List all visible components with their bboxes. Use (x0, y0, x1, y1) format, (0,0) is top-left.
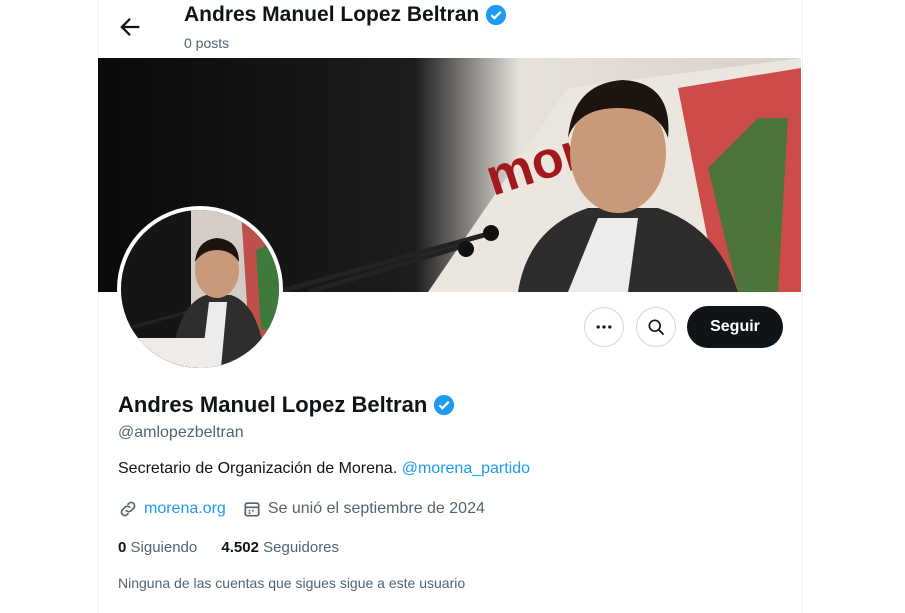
following-count: 0 (118, 539, 127, 556)
followers-count: 4.502 (221, 539, 259, 556)
follow-button[interactable]: Seguir (687, 306, 783, 348)
verified-badge-icon (486, 4, 507, 26)
profile-stats: 0 Siguiendo 4.502 Seguidores (118, 539, 359, 556)
search-profile-button[interactable] (636, 307, 676, 347)
followed-by-note: Ninguna de las cuentas que sigues sigue … (118, 575, 466, 591)
bio-text: Secretario de Organización de Morena. (118, 460, 398, 477)
joined-date: Se unió el septiembre de 2024 (267, 500, 485, 517)
top-bar: Andres Manuel Lopez Beltran 0 posts (98, 0, 801, 58)
following-label: Siguiendo (130, 539, 198, 556)
calendar-icon (244, 502, 260, 517)
profile-name-row: Andres Manuel Lopez Beltran (118, 392, 455, 418)
profile-handle: @amlopezbeltran (118, 424, 244, 441)
followers-label: Seguidores (263, 539, 340, 556)
followers-link[interactable]: 4.502 Seguidores (221, 539, 339, 556)
profile-meta: morena.org Se unió el septiembre de 2024 (118, 499, 485, 519)
header-posts-count: 0 posts (184, 35, 230, 51)
link-icon (120, 501, 136, 517)
profile-avatar[interactable] (117, 206, 283, 372)
profile-bio: Secretario de Organización de Morena. @m… (118, 460, 530, 478)
more-options-button[interactable] (584, 307, 624, 347)
back-button[interactable] (116, 13, 144, 41)
header-title: Andres Manuel Lopez Beltran (184, 3, 507, 27)
following-link[interactable]: 0 Siguiendo (118, 539, 197, 556)
avatar-image (121, 210, 279, 368)
more-options-icon (596, 325, 612, 329)
profile-name: Andres Manuel Lopez Beltran (118, 392, 428, 417)
header-name: Andres Manuel Lopez Beltran (184, 3, 480, 26)
search-icon (648, 319, 665, 336)
verified-badge-icon[interactable] (433, 394, 455, 416)
bio-mention-link[interactable]: @morena_partido (402, 460, 530, 477)
website-link[interactable]: morena.org (144, 500, 226, 518)
back-arrow-icon (120, 18, 140, 36)
